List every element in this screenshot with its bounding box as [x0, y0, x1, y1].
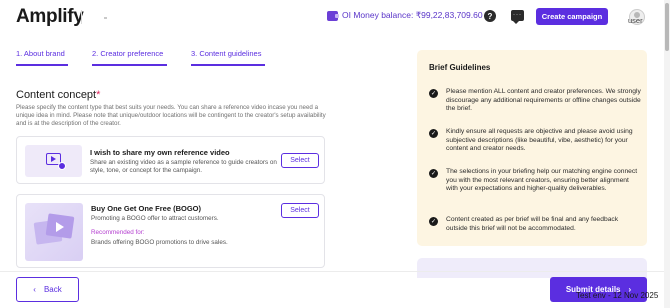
- wallet-icon: [327, 10, 339, 21]
- guideline-text: Kindly ensure all requests are objective…: [446, 128, 633, 153]
- tab-creator-preference-indicator: [92, 64, 167, 66]
- check-circle-icon: ✓: [429, 169, 438, 178]
- tab-creator-preference[interactable]: 2. Creator preference: [92, 49, 163, 58]
- section-title-text: Content concept: [16, 89, 97, 101]
- chevron-left-icon: ‹: [33, 285, 36, 294]
- header-divider: [81, 10, 82, 24]
- section-title: Content concept*: [16, 89, 100, 101]
- secondary-panel: [417, 258, 647, 278]
- tab-about-brand-indicator: [16, 64, 68, 66]
- card-description: Share an existing video as a sample refe…: [90, 159, 277, 174]
- create-campaign-button[interactable]: Create campaign: [536, 8, 608, 25]
- select-bogo-button[interactable]: Select: [281, 203, 319, 218]
- reference-video-card[interactable]: I wish to share my own reference video S…: [16, 136, 325, 184]
- section-description: Please specify the content type that bes…: [16, 104, 326, 127]
- environment-stamp: Test env - 12 Nov 2025: [576, 291, 659, 300]
- guideline-text: Content created as per brief will be fin…: [446, 216, 619, 232]
- bogo-thumbnail: [25, 203, 83, 261]
- help-icon[interactable]: ?: [484, 10, 496, 22]
- back-button[interactable]: ‹ Back: [16, 277, 79, 302]
- wallet-balance[interactable]: OI Money balance: ₹99,22,83,709.60 ›: [327, 10, 492, 21]
- guideline-text: The selections in your briefing help our…: [446, 168, 638, 193]
- avatar-label: user: [628, 16, 643, 25]
- select-reference-video-button[interactable]: Select: [281, 153, 319, 168]
- guideline-text: Please mention ALL content and creator p…: [446, 88, 641, 113]
- app-logo[interactable]: Amplify: [16, 6, 84, 28]
- reference-video-thumbnail: [25, 145, 82, 177]
- tab-content-guidelines[interactable]: 3. Content guidelines: [191, 49, 261, 58]
- card-title: I wish to share my own reference video: [90, 148, 230, 157]
- card-description: Promoting a BOGO offer to attract custom…: [91, 215, 219, 222]
- check-circle-icon: ✓: [429, 89, 438, 98]
- guidelines-title: Brief Guidelines: [429, 63, 491, 72]
- recommended-text: Brands offering BOGO promotions to drive…: [91, 239, 228, 246]
- brand-placeholder: [104, 17, 107, 19]
- top-header: Amplify OI Money balance: ₹99,22,83,709.…: [0, 0, 664, 34]
- back-label: Back: [43, 285, 62, 294]
- tab-about-brand[interactable]: 1. About brand: [16, 49, 65, 58]
- chat-icon[interactable]: ···: [511, 10, 524, 24]
- recommended-label: Recommended for:: [91, 229, 145, 236]
- card-title: Buy One Get One Free (BOGO): [91, 204, 202, 213]
- link-badge-icon: [58, 162, 66, 170]
- required-mark: *: [96, 89, 101, 101]
- check-circle-icon: ✓: [429, 129, 438, 138]
- check-circle-icon: ✓: [429, 217, 438, 226]
- scrollbar-thumb[interactable]: [665, 3, 669, 51]
- footer-divider: [0, 271, 664, 272]
- bogo-card[interactable]: Buy One Get One Free (BOGO) Promoting a …: [16, 194, 325, 268]
- wallet-balance-text: OI Money balance: ₹99,22,83,709.60: [342, 10, 483, 20]
- tab-content-guidelines-indicator: [191, 64, 265, 66]
- play-icon: [56, 222, 64, 232]
- play-icon: [51, 156, 56, 162]
- brief-guidelines-panel: Brief Guidelines ✓ Please mention ALL co…: [417, 50, 647, 246]
